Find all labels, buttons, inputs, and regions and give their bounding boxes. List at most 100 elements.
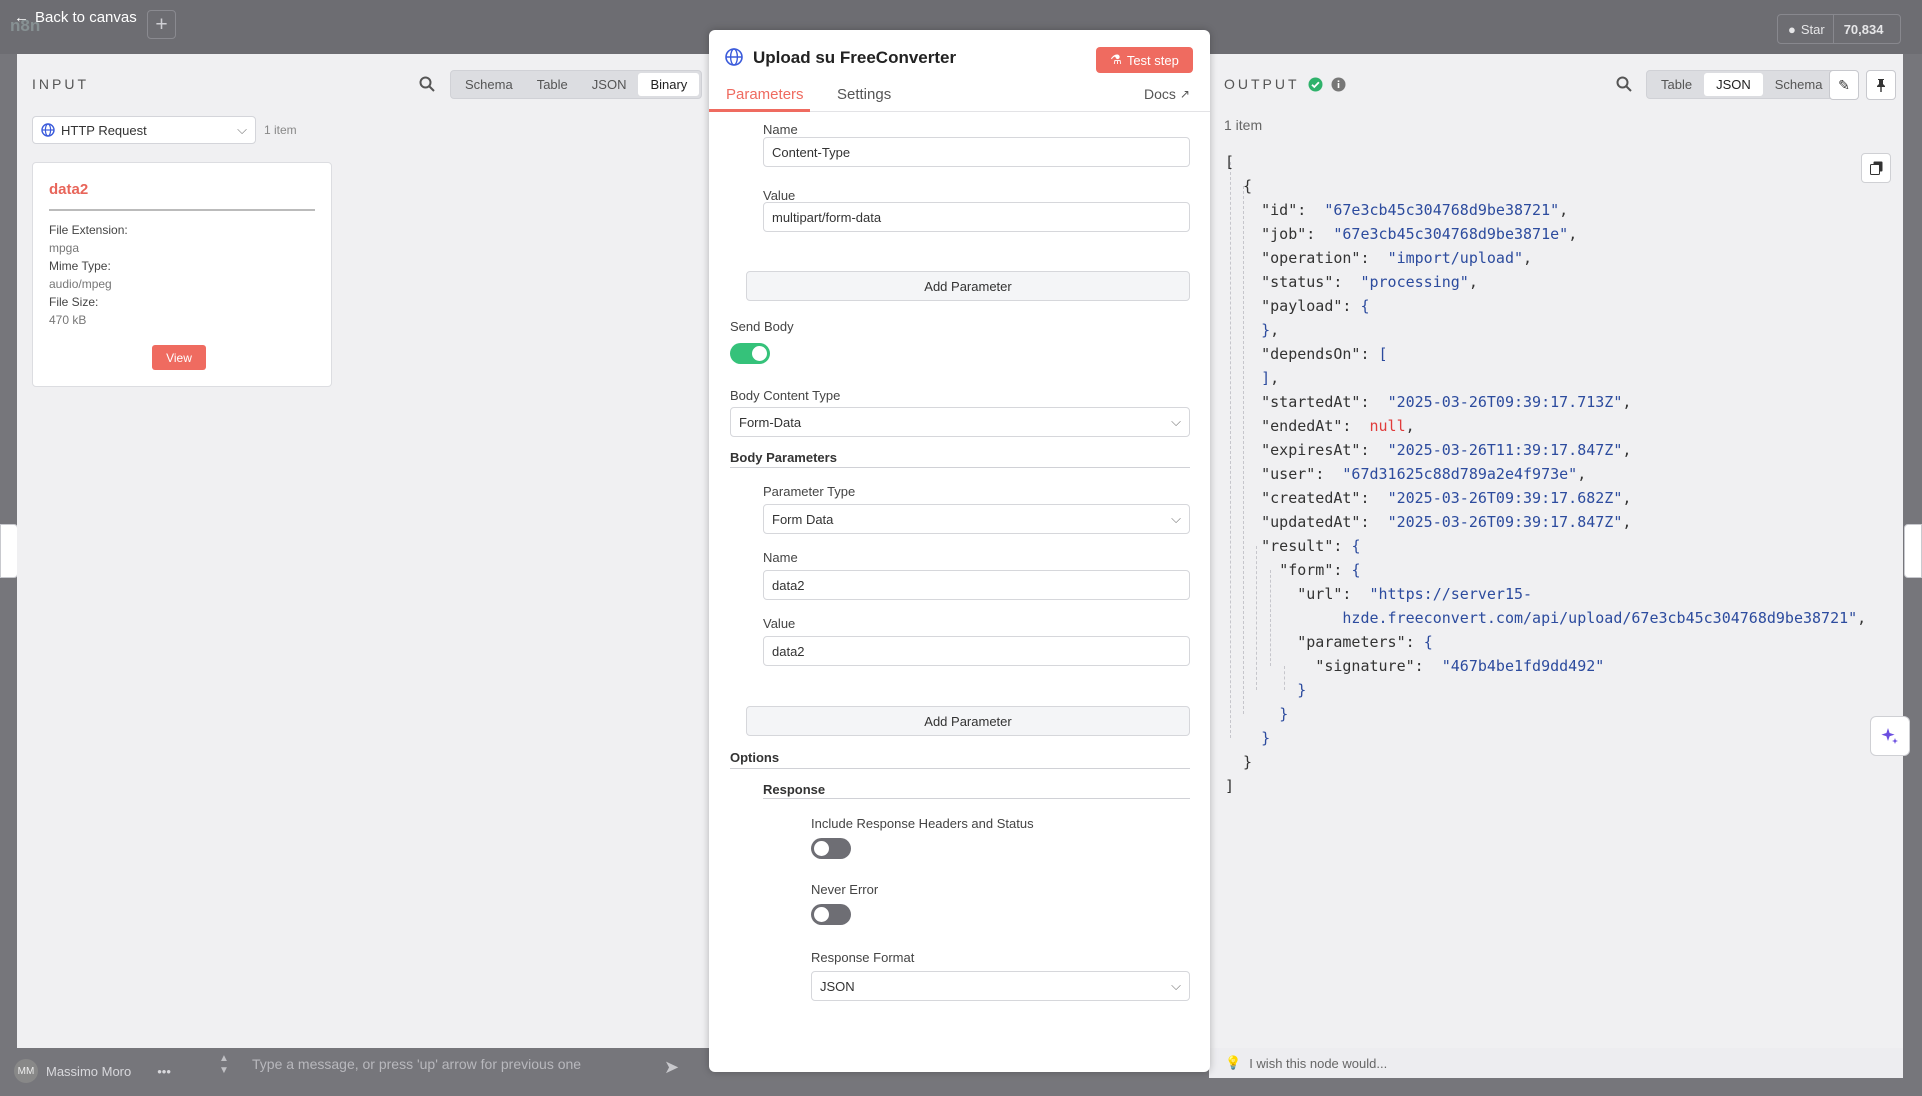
options-heading: Options — [730, 750, 780, 765]
pin-data-button[interactable] — [1866, 70, 1896, 100]
parameter-type-select[interactable]: Form Data ⌵ — [763, 504, 1190, 534]
github-star-button[interactable]: ● Star 70,834 — [1777, 14, 1901, 44]
body-name-label: Name — [763, 550, 798, 565]
user-menu[interactable]: MM Massimo Moro ••• — [14, 1059, 171, 1083]
globe-icon — [725, 48, 743, 66]
include-headers-toggle[interactable] — [811, 838, 851, 859]
json-expiresat: "2025-03-26T11:39:17.847Z" — [1387, 441, 1623, 459]
right-drag-handle[interactable] — [1904, 524, 1922, 578]
json-line: "operation": "import/upload", — [1261, 249, 1533, 267]
file-extension-value: mpga — [49, 241, 80, 255]
json-updatedat: "2025-03-26T09:39:17.847Z" — [1387, 513, 1623, 531]
tab-table[interactable]: Table — [525, 73, 580, 96]
add-body-parameter-button[interactable]: Add Parameter — [746, 706, 1190, 736]
json-line: }, — [1261, 321, 1280, 339]
tab-binary[interactable]: Binary — [638, 73, 700, 96]
json-endedat: null — [1369, 417, 1406, 435]
feedback-prompt[interactable]: 💡 I wish this node would... — [1209, 1048, 1903, 1078]
out-tab-json[interactable]: JSON — [1704, 73, 1763, 96]
back-to-canvas-label: Back to canvas — [35, 9, 137, 26]
chevron-down-icon: ⌵ — [237, 122, 247, 137]
json-url-part1: "https://server15- — [1369, 585, 1533, 603]
body-name-input[interactable]: data2 — [763, 570, 1190, 600]
send-body-toggle[interactable] — [730, 343, 770, 364]
send-icon[interactable]: ➤ — [664, 1057, 679, 1078]
chevron-down-icon: ⌵ — [1171, 978, 1181, 993]
output-search-icon[interactable] — [1616, 76, 1632, 95]
add-header-parameter-button[interactable]: Add Parameter — [746, 271, 1190, 301]
mime-type-value: audio/mpeg — [49, 277, 112, 291]
body-content-type-label: Body Content Type — [730, 388, 841, 403]
json-line: "startedAt": "2025-03-26T09:39:17.713Z", — [1261, 393, 1632, 411]
input-item-count: 1 item — [264, 123, 297, 137]
search-icon[interactable] — [419, 76, 435, 95]
input-node-name: HTTP Request — [61, 122, 147, 138]
json-line: } — [1261, 729, 1271, 747]
body-content-type-value: Form-Data — [739, 414, 802, 430]
out-tab-schema[interactable]: Schema — [1763, 73, 1835, 96]
tab-settings[interactable]: Settings — [837, 86, 891, 103]
header-value-input[interactable]: multipart/form-data — [763, 202, 1190, 232]
copy-icon — [1869, 161, 1882, 175]
input-panel: INPUT Schema Table JSON Binary HTTP Requ… — [17, 54, 709, 1048]
github-icon: ● — [1788, 21, 1796, 37]
chat-history-arrows[interactable]: ▲ ▼ — [219, 1053, 229, 1077]
input-node-select[interactable]: HTTP Request ⌵ — [32, 116, 256, 144]
ai-assistant-button[interactable] — [1870, 716, 1910, 756]
info-icon[interactable] — [1331, 77, 1346, 92]
json-job: "67e3cb45c304768d9be3871e" — [1333, 225, 1569, 243]
body-parameters-heading: Body Parameters — [730, 450, 837, 465]
chat-input[interactable]: Type a message, or press 'up' arrow for … — [252, 1056, 581, 1072]
input-title: INPUT — [32, 76, 89, 92]
body-value-label: Value — [763, 616, 796, 631]
never-error-toggle[interactable] — [811, 904, 851, 925]
body-content-type-select[interactable]: Form-Data ⌵ — [730, 407, 1190, 437]
json-line: "parameters": { — [1297, 633, 1433, 651]
file-size-label: File Size: — [49, 295, 99, 309]
divider — [763, 798, 1190, 799]
active-tab-indicator — [709, 109, 810, 112]
output-item-count: 1 item — [1224, 117, 1263, 133]
output-panel: OUTPUT Table JSON Schema ✎ 1 item [ {"i… — [1209, 54, 1903, 1048]
docs-link[interactable]: Docs ↗ — [1144, 86, 1190, 102]
response-format-select[interactable]: JSON ⌵ — [811, 971, 1190, 1001]
copy-button[interactable] — [1861, 153, 1891, 183]
json-line: } — [1225, 753, 1253, 771]
input-display-mode: Schema Table JSON Binary — [450, 70, 703, 99]
edit-output-button[interactable]: ✎ — [1829, 70, 1859, 100]
add-node-button[interactable]: + — [147, 10, 176, 39]
json-id: "67e3cb45c304768d9be38721" — [1324, 201, 1560, 219]
out-tab-table[interactable]: Table — [1649, 73, 1704, 96]
avatar: MM — [14, 1059, 38, 1083]
json-line: [ — [1225, 153, 1235, 171]
tab-parameters[interactable]: Parameters — [726, 86, 804, 103]
back-to-canvas-link[interactable]: ← Back to canvas — [14, 9, 137, 26]
header-value-label: Value — [763, 188, 796, 203]
header-name-input[interactable]: Content-Type — [763, 137, 1190, 167]
json-line: } — [1279, 705, 1289, 723]
json-line: "status": "processing", — [1261, 273, 1478, 291]
view-button[interactable]: View — [152, 345, 206, 370]
json-signature: "467b4be1fd9dd492" — [1441, 657, 1605, 675]
pencil-icon: ✎ — [1838, 76, 1850, 93]
json-line: "endedAt": null, — [1261, 417, 1415, 435]
chevron-down-icon: ⌵ — [1171, 511, 1181, 526]
json-operation: "import/upload" — [1387, 249, 1524, 267]
json-user: "67d31625c88d789a2e4f973e" — [1342, 465, 1578, 483]
node-title[interactable]: Upload su FreeConverter — [753, 48, 956, 68]
json-line: "dependsOn": [ — [1261, 345, 1388, 363]
tab-json[interactable]: JSON — [580, 73, 639, 96]
header-name-label: Name — [763, 122, 798, 137]
more-icon[interactable]: ••• — [157, 1064, 171, 1079]
lightbulb-icon: 💡 — [1225, 1055, 1242, 1070]
json-line: "user": "67d31625c88d789a2e4f973e", — [1261, 465, 1587, 483]
test-step-button[interactable]: ⚗ Test step — [1096, 47, 1193, 73]
plus-icon: + — [155, 12, 168, 36]
output-header: OUTPUT — [1224, 76, 1346, 92]
body-value-input[interactable]: data2 — [763, 636, 1190, 666]
tab-schema[interactable]: Schema — [453, 73, 525, 96]
file-extension-label: File Extension: — [49, 223, 128, 237]
json-status: "processing" — [1360, 273, 1469, 291]
left-drag-handle[interactable] — [0, 524, 18, 578]
user-name: Massimo Moro — [46, 1063, 132, 1079]
